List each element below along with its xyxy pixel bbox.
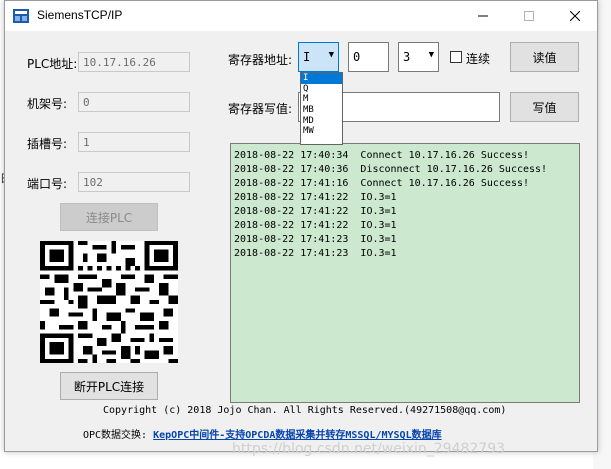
rack-label: 机架号: [27,97,68,111]
qr-code-image [40,241,178,363]
slot-label: 插槽号: [27,137,68,151]
minimize-icon [478,15,488,17]
dropdown-option[interactable]: MW [301,126,342,137]
copyright-text: Copyright (c) 2018 Jojo Chan. All Rights… [103,405,507,416]
log-line: 2018-08-22 17:41:23 IO.3=1 [234,234,397,245]
dropdown-option[interactable]: Q [301,84,342,95]
log-line: 2018-08-22 17:40:36 Disconnect 10.17.16.… [234,164,548,175]
minimize-button[interactable] [460,1,506,31]
slot-field[interactable]: 1 [78,132,190,152]
register-address-label: 寄存器地址: [228,53,293,67]
write-value-button[interactable]: 写值 [510,92,579,122]
log-line: 2018-08-22 17:41:23 IO.3=1 [234,248,397,259]
register-write-label: 寄存器写值: [228,102,293,116]
log-line: 2018-08-22 17:40:34 Connect 10.17.16.26 … [234,150,530,161]
log-line: 2018-08-22 17:41:16 Connect 10.17.16.26 … [234,178,530,189]
log-textarea[interactable]: 2018-08-22 17:40:34 Connect 10.17.16.26 … [230,143,580,403]
dropdown-option[interactable]: I [301,73,342,84]
register-area-dropdown: I Q M MB MD MW [300,72,343,145]
register-offset-value: 0 [353,50,361,64]
port-label: 端口号: [27,177,68,191]
dropdown-option[interactable]: M [301,94,342,105]
watermark-text: https://blog.csdn.net/weixin_29482793 [232,441,506,457]
log-line: 2018-08-22 17:41:22 IO.3=1 [234,206,397,217]
log-line: 2018-08-22 17:41:22 IO.3=1 [234,192,397,203]
maximize-icon [524,11,534,21]
opc-exchange-label: OPC数据交换: [83,430,148,441]
dropdown-option[interactable]: MD [301,116,342,127]
close-button[interactable] [552,1,597,31]
rack-field[interactable]: 0 [78,92,190,112]
title-bar[interactable]: SiemensTCP/IP [5,1,597,31]
connect-plc-button[interactable]: 连接PLC [60,203,158,231]
close-icon [570,11,580,21]
opc-exchange-row: OPC数据交换: KepOPC中间件-支持OPCDA数据采集并转存MSSQL/M… [83,426,442,441]
register-area-combo[interactable]: I ▼ [298,42,339,72]
dropdown-option[interactable]: MB [301,105,342,116]
disconnect-plc-button[interactable]: 断开PLC连接 [60,372,158,400]
plc-address-field[interactable]: 10.17.16.26 [78,52,190,72]
maximize-button[interactable] [506,1,552,31]
continuous-label: 连续 [466,52,491,66]
app-icon [13,9,29,23]
port-field[interactable]: 102 [78,172,190,192]
read-value-button[interactable]: 读值 [510,42,579,72]
register-offset-input[interactable]: 0 [348,42,389,72]
register-bit-value: 3 [403,50,411,64]
main-window: SiemensTCP/IP PLC地址: 10.17.16.26 机架号: 0 … [4,0,598,452]
kepopc-link[interactable]: KepOPC中间件-支持OPCDA数据采集并转存MSSQL/MYSQL数据库 [153,430,441,441]
window-title: SiemensTCP/IP [37,8,123,22]
log-line: 2018-08-22 17:41:22 IO.3=1 [234,220,397,231]
chevron-down-icon: ▼ [428,50,434,60]
register-bit-combo[interactable]: 3 ▼ [398,42,439,72]
register-area-value: I [303,50,311,64]
plc-address-label: PLC地址: [27,57,78,71]
chevron-down-icon: ▼ [328,50,334,60]
continuous-checkbox[interactable] [450,51,462,63]
